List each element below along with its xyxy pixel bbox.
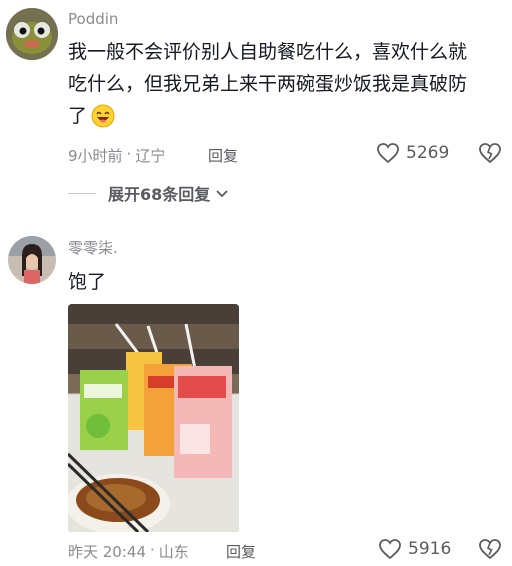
- dislike-button[interactable]: [478, 142, 502, 168]
- comment-time: 昨天 20:44: [68, 543, 146, 561]
- expand-replies-label: 展开68条回复: [108, 185, 211, 204]
- avatar-image: [6, 8, 58, 60]
- comment-location: 山东: [158, 543, 189, 561]
- comment-location: 辽宁: [135, 147, 166, 165]
- like-count: 5916: [408, 539, 452, 559]
- reply-button[interactable]: 回复: [208, 145, 238, 166]
- meta-separator: ·: [150, 541, 155, 559]
- comment-text-line: 我一般不会评价别人自助餐吃什么，喜欢什么就: [68, 41, 468, 63]
- comment-text-line: 吃什么，但我兄弟上来干两碗蛋炒饭我是真破防: [68, 73, 468, 95]
- heart-icon: [377, 143, 399, 164]
- broken-heart-icon: [479, 539, 501, 560]
- expand-replies-button[interactable]: 展开68条回复: [68, 181, 228, 205]
- comment-text-fragment: 了: [68, 105, 88, 127]
- broken-heart-icon: [479, 143, 501, 164]
- avatar[interactable]: [8, 236, 56, 284]
- comment-time: 9小时前: [68, 147, 123, 165]
- avatar-image: [8, 236, 56, 284]
- divider-line: [68, 192, 96, 194]
- like-button[interactable]: 5916: [378, 538, 451, 560]
- comment-username[interactable]: 零零柒.: [68, 237, 118, 258]
- comment-meta: 9小时前 · 辽宁: [68, 145, 165, 166]
- chevron-down-icon: [216, 190, 228, 198]
- reply-button[interactable]: 回复: [226, 541, 256, 562]
- like-count: 5269: [406, 143, 450, 163]
- comment-text: 我一般不会评价别人自助餐吃什么，喜欢什么就 吃什么，但我兄弟上来干两碗蛋炒饭我是…: [68, 36, 508, 132]
- comment-username[interactable]: Poddin: [68, 10, 118, 28]
- dislike-button[interactable]: [478, 538, 502, 564]
- comment-meta: 昨天 20:44 · 山东: [68, 541, 189, 562]
- heart-icon: [379, 539, 401, 560]
- avatar[interactable]: [6, 8, 58, 60]
- photo-illustration: [68, 304, 239, 532]
- laugh-emoji-icon: [91, 104, 115, 128]
- like-button[interactable]: 5269: [376, 142, 449, 164]
- comment-text: 饱了: [68, 271, 107, 293]
- comment-image[interactable]: [68, 304, 239, 532]
- comment-text-line: 了: [68, 100, 508, 132]
- meta-separator: ·: [126, 145, 132, 163]
